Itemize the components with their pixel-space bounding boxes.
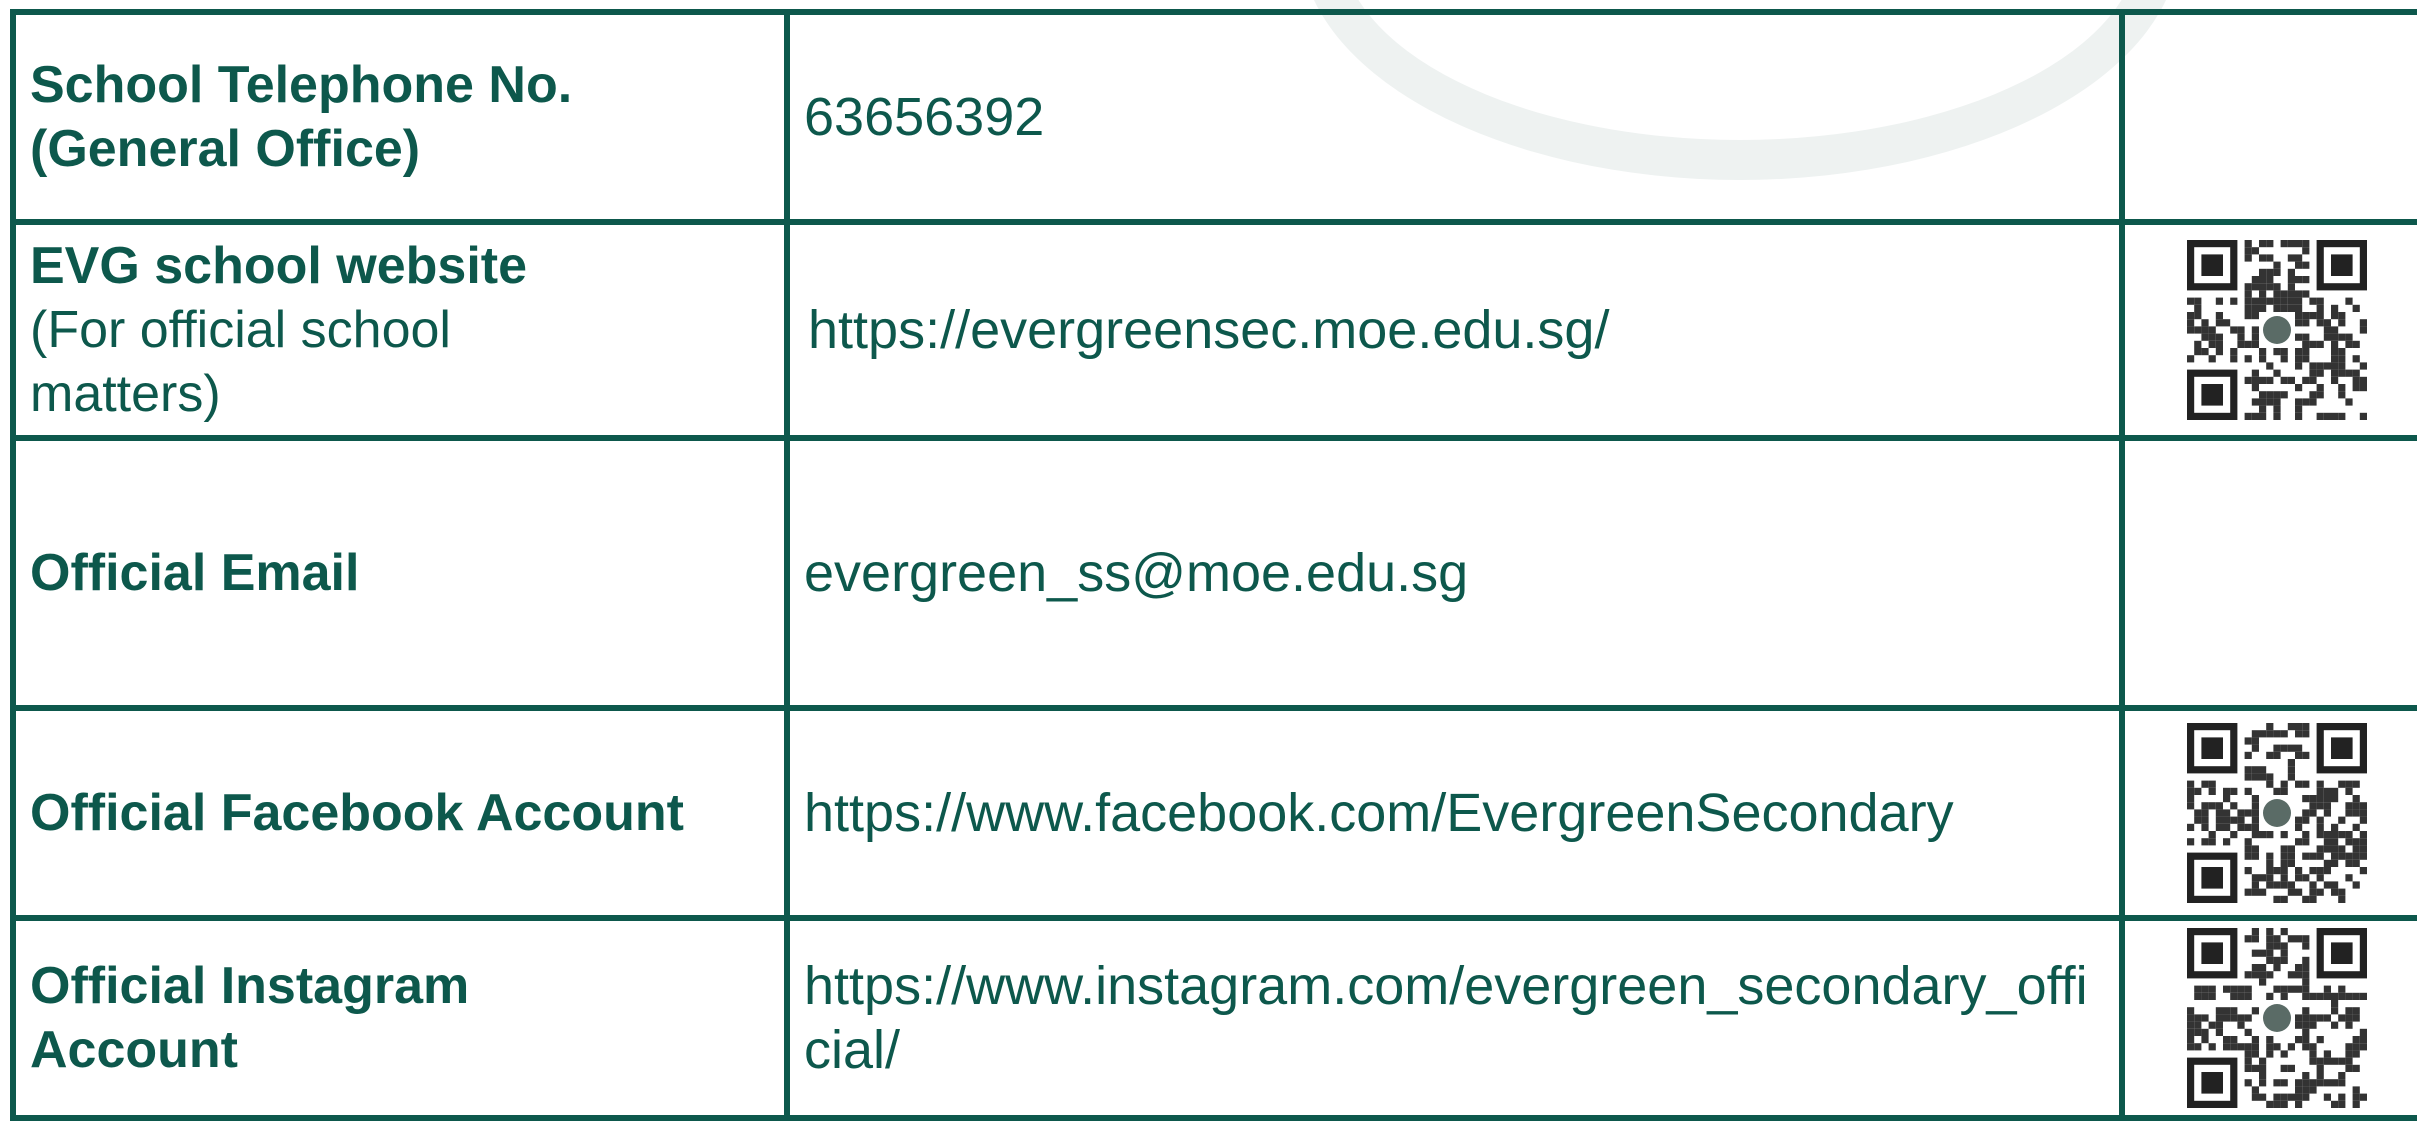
row-label-cell: EVG school website (For official school … <box>10 219 790 441</box>
table-row: School Telephone No. (General Office) 63… <box>10 9 2417 225</box>
qr-cell <box>2119 9 2417 225</box>
row-label-cell: Official Facebook Account <box>10 705 790 921</box>
facebook-link[interactable]: https://www.facebook.com/EvergreenSecond… <box>804 783 1954 843</box>
table-row: Official Facebook Account https://www.fa… <box>10 705 2417 921</box>
row-value-cell: https://evergreensec.moe.edu.sg/ <box>784 219 2125 441</box>
row-value-cell: https://www.facebook.com/EvergreenSecond… <box>784 705 2125 921</box>
qr-cell <box>2119 705 2417 921</box>
row-label-cell: School Telephone No. (General Office) <box>10 9 790 225</box>
row-label-note: (For official school matters) <box>30 301 451 423</box>
qr-cell <box>2119 915 2417 1121</box>
row-label: Official Email <box>30 544 360 602</box>
table-row: EVG school website (For official school … <box>10 219 2417 441</box>
row-value-cell: evergreen_ss@moe.edu.sg <box>784 435 2125 711</box>
qr-code-icon[interactable] <box>2187 240 2367 420</box>
row-label-cell: Official Email <box>10 435 790 711</box>
telephone-number: 63656392 <box>804 87 1045 147</box>
table-row: Official Email evergreen_ss@moe.edu.sg <box>10 435 2417 711</box>
row-label: EVG school website <box>30 237 528 295</box>
row-label: School Telephone No. (General Office) <box>30 56 573 178</box>
row-label: Official Instagram Account <box>30 957 470 1079</box>
table-row: Official Instagram Account https://www.i… <box>10 915 2417 1121</box>
qr-cell <box>2119 435 2417 711</box>
website-link[interactable]: https://evergreensec.moe.edu.sg/ <box>804 300 1609 360</box>
row-value-cell: https://www.instagram.com/evergreen_seco… <box>784 915 2125 1121</box>
qr-code-icon[interactable] <box>2187 928 2367 1108</box>
row-label-cell: Official Instagram Account <box>10 915 790 1121</box>
qr-code-icon[interactable] <box>2187 723 2367 903</box>
row-label: Official Facebook Account <box>30 784 684 842</box>
email-link[interactable]: evergreen_ss@moe.edu.sg <box>804 543 1468 603</box>
school-contact-table: School Telephone No. (General Office) 63… <box>10 9 2417 1121</box>
qr-cell <box>2119 219 2417 441</box>
instagram-link[interactable]: https://www.instagram.com/evergreen_seco… <box>804 956 2088 1080</box>
row-value-cell: 63656392 <box>784 9 2125 225</box>
